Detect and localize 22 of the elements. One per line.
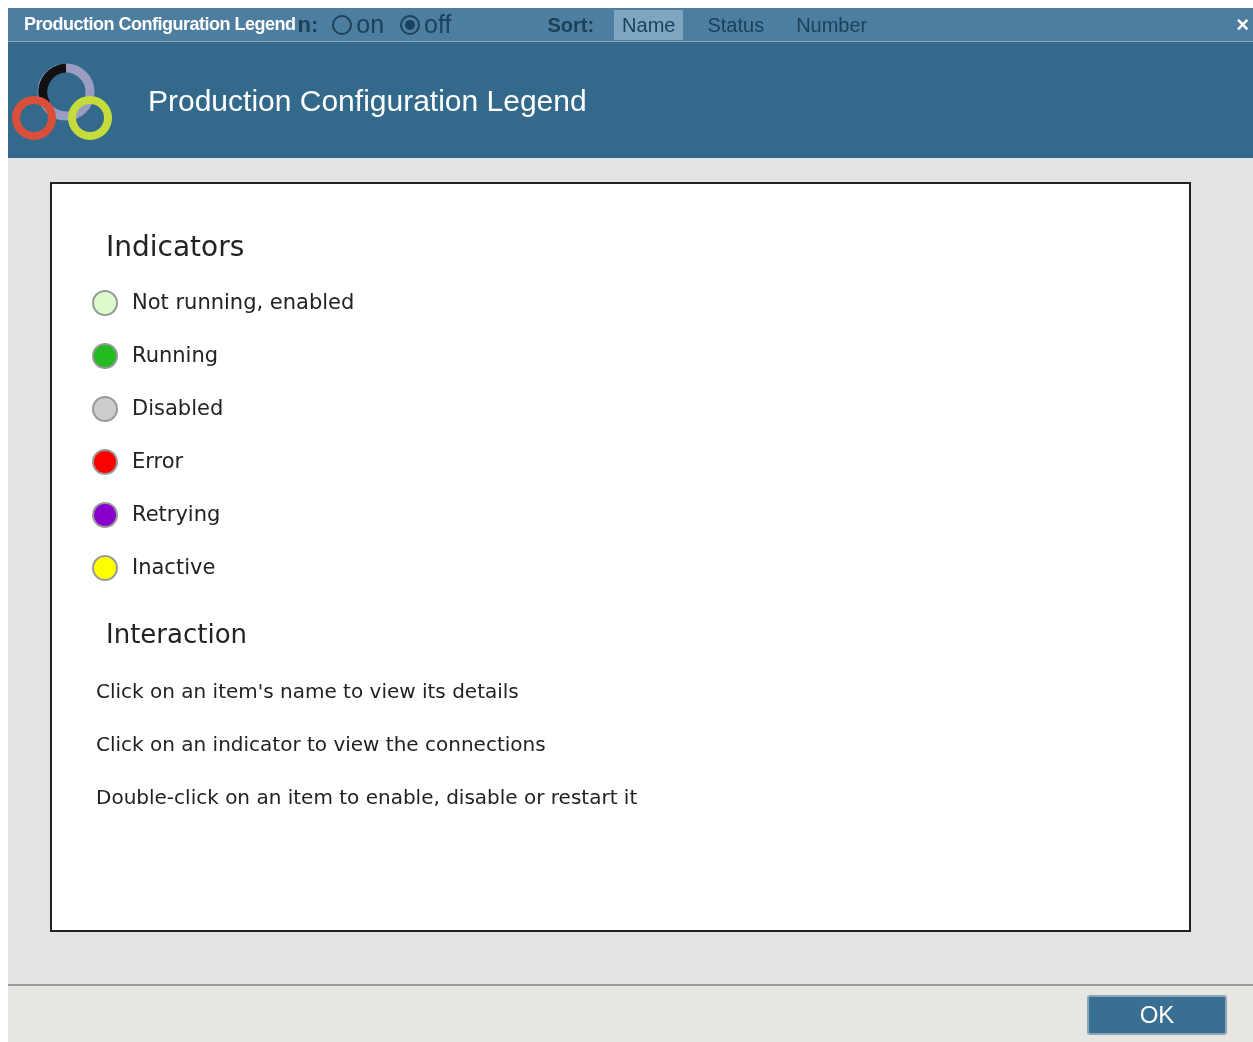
instruction-text: Click on an item's name to view its details — [96, 678, 520, 704]
section-heading: Indicators — [106, 229, 246, 265]
legend-label: Retrying — [132, 501, 221, 529]
faded-sort-option: Number — [788, 9, 876, 40]
instruction-text: Double-click on an item to enable, disable or restart it — [96, 784, 639, 810]
legend-label: Disabled — [132, 395, 224, 423]
instruction-text: Click on an indicator to view the connections — [96, 731, 547, 757]
window-title: Production Configuration Legend — [24, 13, 296, 36]
close-button[interactable]: × — [1236, 13, 1249, 36]
faded-radio-label: off — [424, 8, 452, 40]
legend-label: Running — [132, 342, 219, 370]
faded-label: n: — [297, 11, 319, 39]
section-heading: Interaction — [106, 618, 249, 651]
ok-button[interactable]: OK — [1087, 995, 1227, 1035]
faded-radio-label: on — [356, 8, 385, 40]
faded-sort-option: Name — [614, 9, 684, 40]
legend-label: Error — [132, 448, 184, 476]
legend-label: Inactive — [132, 554, 216, 582]
legend-label: Not running, enabled — [132, 289, 355, 317]
faded-sort-option: Status — [699, 9, 773, 40]
faded-label: Sort: — [547, 12, 595, 38]
header-title: Production Configuration Legend — [148, 82, 587, 119]
